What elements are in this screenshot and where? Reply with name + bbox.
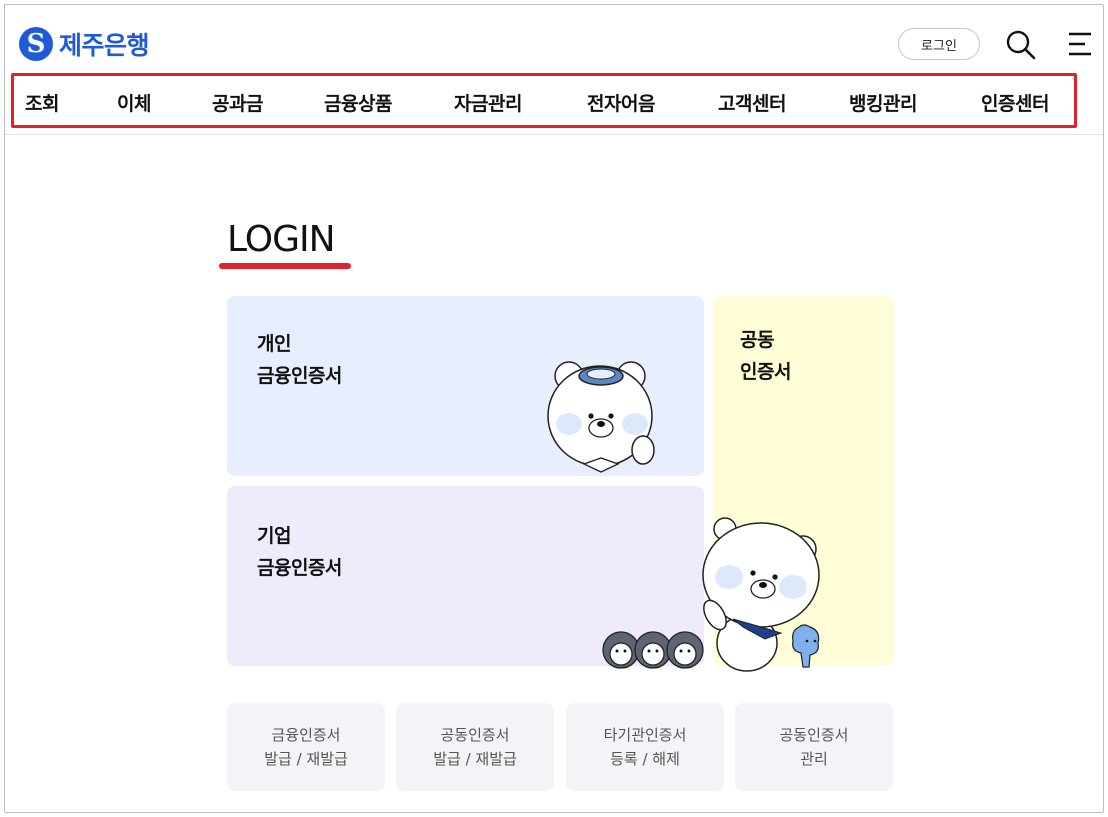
- nav-item-electronic-bill[interactable]: 전자어음: [587, 89, 655, 116]
- menu-icon[interactable]: [1065, 31, 1093, 57]
- search-icon[interactable]: [1005, 29, 1037, 61]
- header-divider: [5, 134, 1103, 135]
- nav-item-certificate-center[interactable]: 인증센터: [981, 89, 1049, 116]
- browser-frame: S 제주은행 로그인 조회 이체 공과금 금융상품 자금관리 전자어음 고객센터…: [4, 4, 1104, 813]
- main-navigation: 조회 이체 공과금 금융상품 자금관리 전자어음 고객센터 뱅킹관리 인증센터: [11, 73, 1077, 128]
- financial-cert-issue-button[interactable]: 금융인증서 발급 / 재발급: [227, 703, 385, 791]
- bear-mascot-icon: [702, 517, 820, 672]
- logo[interactable]: S 제주은행: [19, 26, 150, 62]
- personal-certificate-card[interactable]: 개인 금융인증서: [227, 296, 704, 476]
- title-underline: [219, 263, 351, 269]
- nav-item-utility-bills[interactable]: 공과금: [212, 89, 263, 116]
- other-cert-register-button[interactable]: 타기관인증서 등록 / 해제: [566, 703, 724, 791]
- bear-sailor-icon: [547, 361, 655, 473]
- nav-item-fund-management[interactable]: 자금관리: [454, 89, 522, 116]
- header: S 제주은행 로그인: [5, 5, 1103, 75]
- joint-cert-manage-button[interactable]: 공동인증서 관리: [735, 703, 893, 791]
- nav-item-banking-management[interactable]: 뱅킹관리: [849, 89, 917, 116]
- corporate-card-label: 기업 금융인증서: [257, 525, 342, 579]
- logo-text: 제주은행: [59, 31, 150, 60]
- page-title: LOGIN: [227, 219, 336, 260]
- nav-item-inquiry[interactable]: 조회: [25, 89, 59, 116]
- joint-card-label: 공동 인증서: [740, 329, 791, 383]
- nav-item-customer-center[interactable]: 고객센터: [718, 89, 786, 116]
- nav-item-financial-products[interactable]: 금융상품: [324, 89, 392, 116]
- nav-item-transfer[interactable]: 이체: [117, 89, 151, 116]
- personal-card-label: 개인 금융인증서: [257, 333, 342, 387]
- login-button[interactable]: 로그인: [898, 28, 980, 60]
- corporate-certificate-card[interactable]: 기업 금융인증서: [227, 486, 704, 669]
- bank-logo-icon: S: [19, 27, 53, 61]
- joint-cert-issue-button[interactable]: 공동인증서 발급 / 재발급: [396, 703, 554, 791]
